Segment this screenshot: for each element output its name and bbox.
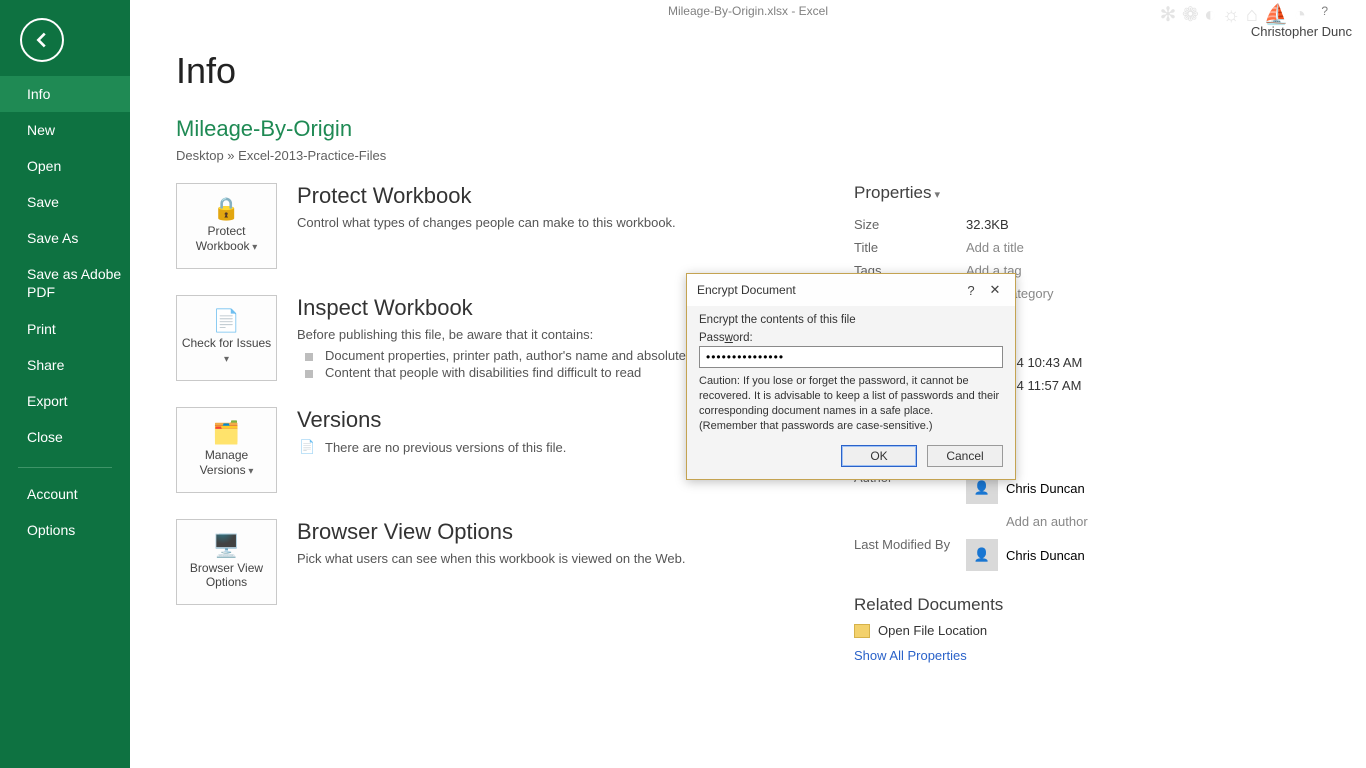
last-modified-by-label: Last Modified By [854, 537, 966, 573]
open-file-location[interactable]: Open File Location [854, 623, 1314, 638]
back-arrow-icon [31, 29, 53, 51]
back-button[interactable] [20, 18, 64, 62]
sidebar-item-save-as[interactable]: Save As [0, 220, 130, 256]
lock-icon: 🔒 [213, 198, 240, 220]
breadcrumb: Desktop » Excel-2013-Practice-Files [176, 148, 1366, 163]
document-title: Mileage-By-Origin [176, 116, 1366, 142]
sidebar-item-print[interactable]: Print [0, 311, 130, 347]
password-label: Password: [699, 332, 1003, 344]
section-title: Browser View Options [297, 519, 844, 545]
page-title: Info [176, 50, 1366, 92]
file-icon: 📄 [299, 439, 315, 455]
browser-view-options-tile[interactable]: 🖥️ Browser View Options [176, 519, 277, 605]
sidebar-item-save[interactable]: Save [0, 184, 130, 220]
signed-in-user[interactable]: Christopher Dunc [1251, 24, 1352, 39]
sidebar-item-new[interactable]: New [0, 112, 130, 148]
backstage-content: Mileage-By-Origin.xlsx - Excel ? Christo… [130, 0, 1366, 768]
inspect-bullet: Document properties, printer path, autho… [325, 348, 715, 363]
backstage-sidebar: Info New Open Save Save As Save as Adobe… [0, 0, 130, 768]
dialog-group-label: Encrypt the contents of this file [699, 314, 1003, 326]
tile-label: Protect Workbook [181, 224, 272, 253]
section-desc: Pick what users can see when this workbo… [297, 551, 844, 566]
author-name: Chris Duncan [1006, 481, 1085, 496]
add-author-input[interactable]: Add an author [966, 514, 1088, 529]
prop-title-input[interactable]: Add a title [966, 240, 1024, 255]
dialog-close-button[interactable]: ✕ [983, 280, 1007, 300]
sidebar-item-close[interactable]: Close [0, 419, 130, 455]
check-issues-tile[interactable]: 📄 Check for Issues [176, 295, 277, 381]
inspect-bullet: Content that people with disabilities fi… [325, 365, 641, 380]
related-documents-header: Related Documents [854, 595, 1314, 615]
sidebar-item-export[interactable]: Export [0, 383, 130, 419]
show-all-properties-link[interactable]: Show All Properties [854, 648, 967, 663]
last-modified-by-name: Chris Duncan [1006, 548, 1085, 563]
cancel-button[interactable]: Cancel [927, 445, 1003, 467]
sidebar-item-info[interactable]: Info [0, 76, 130, 112]
avatar-icon: 👤 [966, 539, 998, 571]
help-icon[interactable]: ? [1321, 4, 1328, 18]
tile-label: Browser View Options [181, 561, 272, 590]
ok-button[interactable]: OK [841, 445, 917, 467]
excel-web-icon: 🖥️ [213, 535, 240, 557]
tile-label: Check for Issues [181, 336, 272, 366]
sidebar-item-share[interactable]: Share [0, 347, 130, 383]
versions-icon: 🗂️ [213, 422, 240, 444]
sidebar-separator [18, 467, 112, 468]
sidebar-item-save-adobe-pdf[interactable]: Save as Adobe PDF [0, 256, 130, 311]
prop-size-label: Size [854, 217, 966, 232]
section-title: Protect Workbook [297, 183, 844, 209]
window-title: Mileage-By-Origin.xlsx - Excel [668, 4, 828, 18]
sidebar-item-account[interactable]: Account [0, 476, 130, 512]
password-input[interactable] [699, 346, 1003, 368]
caution-text: Caution: If you lose or forget the passw… [699, 374, 1003, 433]
document-check-icon: 📄 [213, 310, 240, 332]
dialog-title: Encrypt Document [697, 283, 959, 297]
encrypt-document-dialog: Encrypt Document ? ✕ Encrypt the content… [686, 273, 1016, 480]
folder-icon [854, 624, 870, 638]
section-desc: Control what types of changes people can… [297, 215, 844, 230]
dialog-help-button[interactable]: ? [959, 280, 983, 300]
manage-versions-tile[interactable]: 🗂️ Manage Versions [176, 407, 277, 493]
protect-workbook-tile[interactable]: 🔒 Protect Workbook [176, 183, 277, 269]
window-titlebar: Mileage-By-Origin.xlsx - Excel ? Christo… [130, 0, 1366, 24]
prop-size-value: 32.3KB [966, 217, 1009, 232]
prop-title-label: Title [854, 240, 966, 255]
properties-header[interactable]: Properties [854, 183, 1314, 203]
versions-none-text: There are no previous versions of this f… [325, 440, 566, 455]
tile-label: Manage Versions [181, 448, 272, 477]
sidebar-item-options[interactable]: Options [0, 512, 130, 548]
sidebar-item-open[interactable]: Open [0, 148, 130, 184]
